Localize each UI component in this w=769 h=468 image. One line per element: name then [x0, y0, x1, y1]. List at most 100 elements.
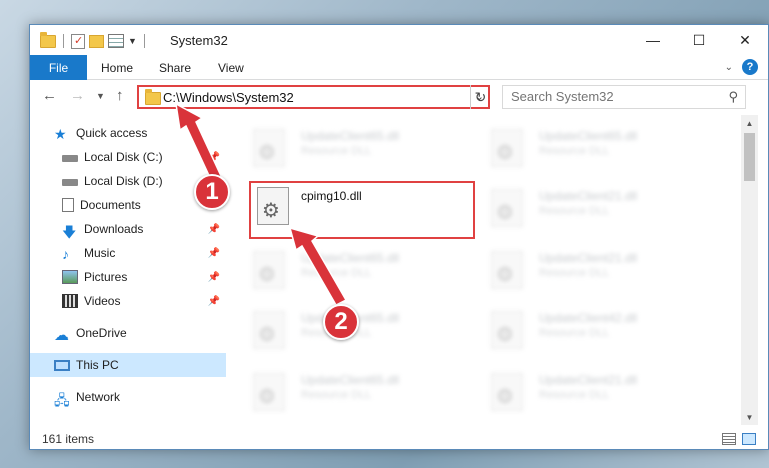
- download-icon: 🡇: [62, 224, 77, 240]
- scroll-up-arrow-icon[interactable]: ▲: [741, 115, 758, 131]
- toolbar-divider: [63, 34, 64, 48]
- file-name: UpdateClient21.dll: [539, 189, 638, 203]
- new-folder-icon[interactable]: [89, 34, 104, 48]
- sidebar-item-label: Documents: [80, 198, 141, 212]
- file-name: UpdateClient65.dll: [301, 373, 400, 387]
- dll-file-icon: [253, 129, 285, 167]
- customize-toolbar-chevron-icon[interactable]: ▼: [128, 36, 137, 46]
- sidebar-item-label: This PC: [76, 358, 119, 372]
- scrollbar-thumb[interactable]: [744, 133, 755, 181]
- dll-file-icon: [257, 187, 289, 225]
- file-type: Resource DLL: [539, 267, 610, 279]
- pin-icon: 📌: [207, 295, 220, 307]
- file-tile[interactable]: UpdateClient65.dll Resource DLL: [235, 365, 465, 415]
- step-2-badge: 2: [323, 304, 359, 340]
- file-type: Resource DLL: [539, 389, 610, 401]
- sidebar-item-label: Videos: [84, 294, 121, 308]
- pin-icon: 📌: [207, 271, 220, 283]
- cloud-icon: ☁: [54, 327, 69, 344]
- help-icon[interactable]: ?: [742, 59, 758, 75]
- file-type: Resource DLL: [301, 267, 372, 279]
- file-tile[interactable]: UpdateClient65.dll Resource DLL: [473, 121, 703, 177]
- sidebar-item-local-disk-c[interactable]: Local Disk (C:) 📌: [30, 145, 226, 169]
- file-tile[interactable]: UpdateClient21.dll Resource DLL: [473, 243, 703, 299]
- file-type: Resource DLL: [539, 327, 610, 339]
- ribbon-tabs: File Home Share View ⌄ ?: [30, 55, 768, 80]
- dll-file-icon: [491, 129, 523, 167]
- expand-ribbon-icon[interactable]: ⌄: [725, 62, 733, 73]
- search-input[interactable]: [511, 89, 711, 104]
- sidebar-item-downloads[interactable]: 🡇 Downloads 📌: [30, 217, 226, 241]
- file-tile[interactable]: UpdateClient21.dll Resource DLL: [473, 181, 703, 237]
- pin-icon: 📌: [207, 151, 220, 163]
- up-arrow-icon[interactable]: ↑: [116, 87, 124, 104]
- pin-icon: 📌: [207, 223, 220, 235]
- recent-locations-chevron-icon[interactable]: ▼: [96, 91, 105, 101]
- sidebar-item-network[interactable]: 🖧 Network: [30, 385, 226, 409]
- star-icon: ★: [54, 126, 67, 142]
- tab-home[interactable]: Home: [101, 55, 133, 80]
- folder-icon: [40, 31, 56, 48]
- scroll-down-arrow-icon[interactable]: ▼: [741, 409, 758, 425]
- file-list: UpdateClient65.dll Resource DLL cpimg10.…: [229, 115, 741, 415]
- file-tile[interactable]: UpdateClient65.dll Resource DLL: [235, 121, 465, 177]
- file-explorer-window: ▼ System32 — ☐ ✕ File Home Share View ⌄ …: [29, 24, 769, 450]
- file-tile-cpimg10[interactable]: cpimg10.dll: [249, 181, 475, 239]
- vertical-scrollbar[interactable]: ▲ ▼: [741, 115, 758, 425]
- sidebar-item-label: Quick access: [76, 126, 148, 140]
- sidebar-item-videos[interactable]: Videos 📌: [30, 289, 226, 313]
- forward-arrow-icon[interactable]: →: [70, 87, 85, 104]
- drive-icon: [62, 155, 78, 162]
- toolbar-divider: [143, 34, 145, 48]
- dll-file-icon: [491, 311, 523, 349]
- search-icon: ⚲: [728, 89, 738, 104]
- file-name: UpdateClient65.dll: [301, 251, 400, 265]
- back-arrow-icon[interactable]: ←: [42, 87, 57, 104]
- sidebar-item-label: Music: [84, 246, 116, 260]
- sidebar-item-quick-access[interactable]: ★ Quick access: [30, 121, 226, 145]
- sidebar-item-label: Local Disk (C:): [84, 150, 163, 164]
- file-tile[interactable]: UpdateClient42.dll Resource DLL: [473, 303, 703, 359]
- sidebar-item-label: Pictures: [84, 270, 128, 284]
- sidebar-item-music[interactable]: ♪ Music 📌: [30, 241, 226, 265]
- sidebar-item-onedrive[interactable]: ☁ OneDrive: [30, 321, 226, 345]
- dll-file-icon: [491, 373, 523, 411]
- details-view-icon[interactable]: [722, 433, 736, 445]
- file-type: Resource DLL: [301, 145, 372, 157]
- file-tile[interactable]: UpdateClient65.dll Resource DLL: [235, 243, 465, 299]
- navigation-pane: ★ Quick access Local Disk (C:) 📌 Local D…: [30, 115, 226, 415]
- address-path: C:\Windows\System32: [163, 90, 294, 105]
- address-bar[interactable]: C:\Windows\System32 ⌄: [137, 85, 490, 109]
- file-type: Resource DLL: [301, 389, 372, 401]
- file-name: UpdateClient21.dll: [539, 251, 638, 265]
- large-icons-view-icon[interactable]: [742, 433, 756, 445]
- close-button[interactable]: ✕: [722, 25, 768, 55]
- dll-file-icon: [491, 189, 523, 227]
- file-tile[interactable]: UpdateClient21.dll Resource DLL: [473, 365, 703, 415]
- tab-file[interactable]: File: [30, 55, 87, 80]
- tab-view[interactable]: View: [218, 55, 244, 80]
- file-name: UpdateClient65.dll: [539, 129, 638, 143]
- sidebar-item-label: OneDrive: [76, 326, 127, 340]
- sidebar-item-this-pc[interactable]: This PC: [30, 353, 226, 377]
- pin-icon: 📌: [207, 247, 220, 259]
- file-type: Resource DLL: [539, 205, 610, 217]
- sidebar-item-pictures[interactable]: Pictures 📌: [30, 265, 226, 289]
- dll-file-icon: [253, 373, 285, 411]
- file-name: cpimg10.dll: [301, 189, 362, 203]
- minimize-button[interactable]: —: [630, 25, 676, 55]
- refresh-icon[interactable]: ↻: [470, 85, 490, 109]
- step-1-badge: 1: [194, 174, 230, 210]
- title-bar: ▼ System32 — ☐ ✕: [30, 25, 768, 55]
- document-icon: [62, 198, 74, 212]
- tab-share[interactable]: Share: [159, 55, 191, 80]
- status-bar: 161 items: [30, 429, 768, 450]
- dll-file-icon: [491, 251, 523, 289]
- view-options-icon[interactable]: [108, 34, 124, 48]
- navigation-bar: ← → ▼ ↑ C:\Windows\System32 ⌄ ↻ ⚲: [30, 81, 768, 113]
- maximize-button[interactable]: ☐: [676, 25, 722, 55]
- search-box[interactable]: ⚲: [502, 85, 746, 109]
- file-name: UpdateClient21.dll: [539, 373, 638, 387]
- network-icon: 🖧: [54, 392, 70, 408]
- properties-icon[interactable]: [71, 33, 85, 49]
